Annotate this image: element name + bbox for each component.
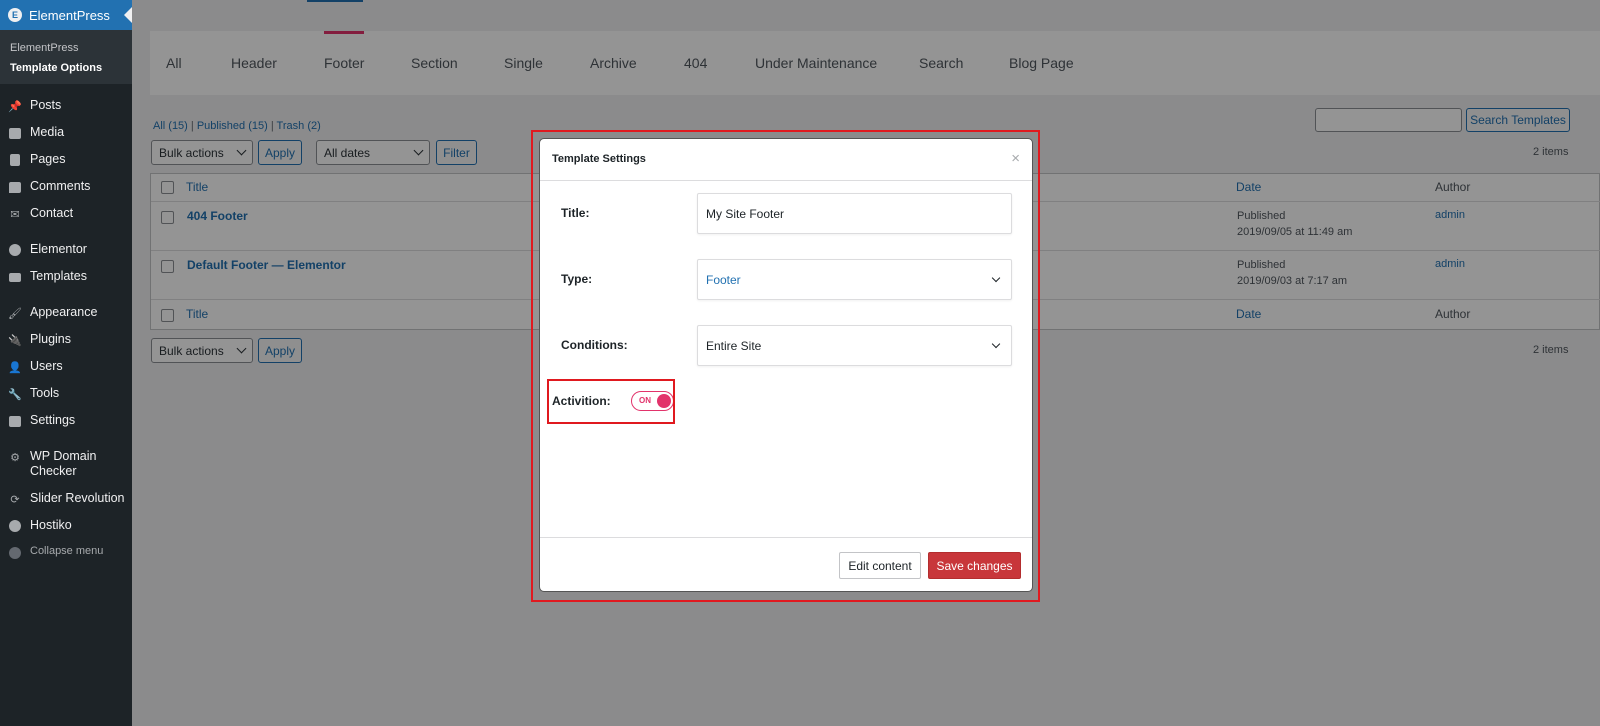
admin-sidebar: E ElementPress ElementPress Template Opt… [0,0,132,726]
sidebar-item-comments[interactable]: Comments [0,173,132,200]
template-settings-modal: Template Settings × Title: My Site Foote… [539,138,1033,592]
sidebar-item-label: Comments [30,179,91,193]
gear-icon: ⚙ [10,451,20,464]
user-icon: 👤 [8,361,22,374]
sidebar-item-label: Media [30,125,65,139]
collapse-menu-button[interactable]: Collapse menu [0,539,132,566]
sidebar-item-label: Hostiko [30,518,72,532]
collapse-menu-label: Collapse menu [30,545,104,557]
sidebar-item-label: Settings [30,413,76,427]
activation-label: Activition: [552,394,611,408]
dashboard-icon [8,519,22,533]
refresh-icon: ⟳ [10,493,20,506]
collapse-icon [8,546,22,560]
sidebar-item-label: Templates [30,269,87,283]
sidebar-item-label: Appearance [30,305,98,319]
title-input[interactable]: My Site Footer [697,193,1012,234]
modal-header: Template Settings × [540,139,1032,181]
wrench-icon: 🔧 [8,388,22,401]
type-select-value: Footer [706,272,741,287]
media-icon [8,126,22,140]
chevron-down-icon [991,273,1001,283]
sidebar-item-templates[interactable]: Templates [0,263,132,290]
sidebar-item-elementor[interactable]: Elementor [0,236,132,263]
conditions-select-value: Entire Site [706,338,762,353]
sidebar-item-label: Posts [30,98,62,112]
type-field-label: Type: [561,272,593,286]
conditions-field-label: Conditions: [561,338,628,352]
chevron-down-icon [991,339,1001,349]
edit-content-button[interactable]: Edit content [839,552,921,579]
sidebar-item-elementpress[interactable]: E ElementPress [0,0,132,30]
settings-icon [8,414,22,428]
toggle-on-text: ON [639,396,651,405]
sidebar-item-slider-revolution[interactable]: ⟳ Slider Revolution [0,485,132,512]
submenu-item-template-options[interactable]: Template Options [10,58,132,78]
sidebar-item-posts[interactable]: 📌 Posts [0,92,132,119]
sidebar-item-users[interactable]: 👤 Users [0,353,132,380]
sidebar-item-label: Pages [30,152,66,166]
modal-footer-divider [540,537,1032,538]
submenu-item-elementpress[interactable]: ElementPress [10,38,132,58]
sidebar-item-label: Slider Revolution [30,491,125,505]
sidebar-item-pages[interactable]: Pages [0,146,132,173]
sidebar-submenu: ElementPress Template Options [0,30,132,84]
plugin-icon: 🔌 [8,334,22,347]
elementor-icon [8,243,22,257]
toggle-knob [657,394,671,408]
sidebar-item-media[interactable]: Media [0,119,132,146]
sidebar-item-contact[interactable]: ✉ Contact [0,200,132,227]
sidebar-item-label: Elementor [30,242,87,256]
save-changes-button[interactable]: Save changes [928,552,1021,579]
pages-icon [8,153,22,167]
type-select[interactable]: Footer [697,259,1012,300]
sidebar-item-wp-domain-checker[interactable]: ⚙ WP Domain Checker [0,443,132,485]
sidebar-item-tools[interactable]: 🔧 Tools [0,380,132,407]
sidebar-item-label: WP Domain Checker [30,449,97,478]
sidebar-item-label: Plugins [30,332,71,346]
comments-icon [8,180,22,194]
activation-toggle[interactable]: ON [631,391,674,411]
elementpress-icon: E [8,8,22,22]
sidebar-item-label: Contact [30,206,74,220]
title-field-label: Title: [561,206,590,220]
brush-icon: 🖌 [8,307,22,320]
sidebar-item-label: Users [30,359,63,373]
conditions-select[interactable]: Entire Site [697,325,1012,366]
sidebar-item-hostiko[interactable]: Hostiko [0,512,132,539]
modal-title: Template Settings [552,153,646,165]
pin-icon: 📌 [8,100,22,113]
close-icon[interactable]: × [1011,150,1020,167]
sidebar-item-label: Tools [30,386,60,400]
sidebar-item-plugins[interactable]: 🔌 Plugins [0,326,132,353]
folder-icon [8,270,22,284]
sidebar-item-settings[interactable]: Settings [0,407,132,434]
sidebar-brand-label: ElementPress [29,7,110,23]
sidebar-item-appearance[interactable]: 🖌 Appearance [0,299,132,326]
mail-icon: ✉ [10,208,20,221]
